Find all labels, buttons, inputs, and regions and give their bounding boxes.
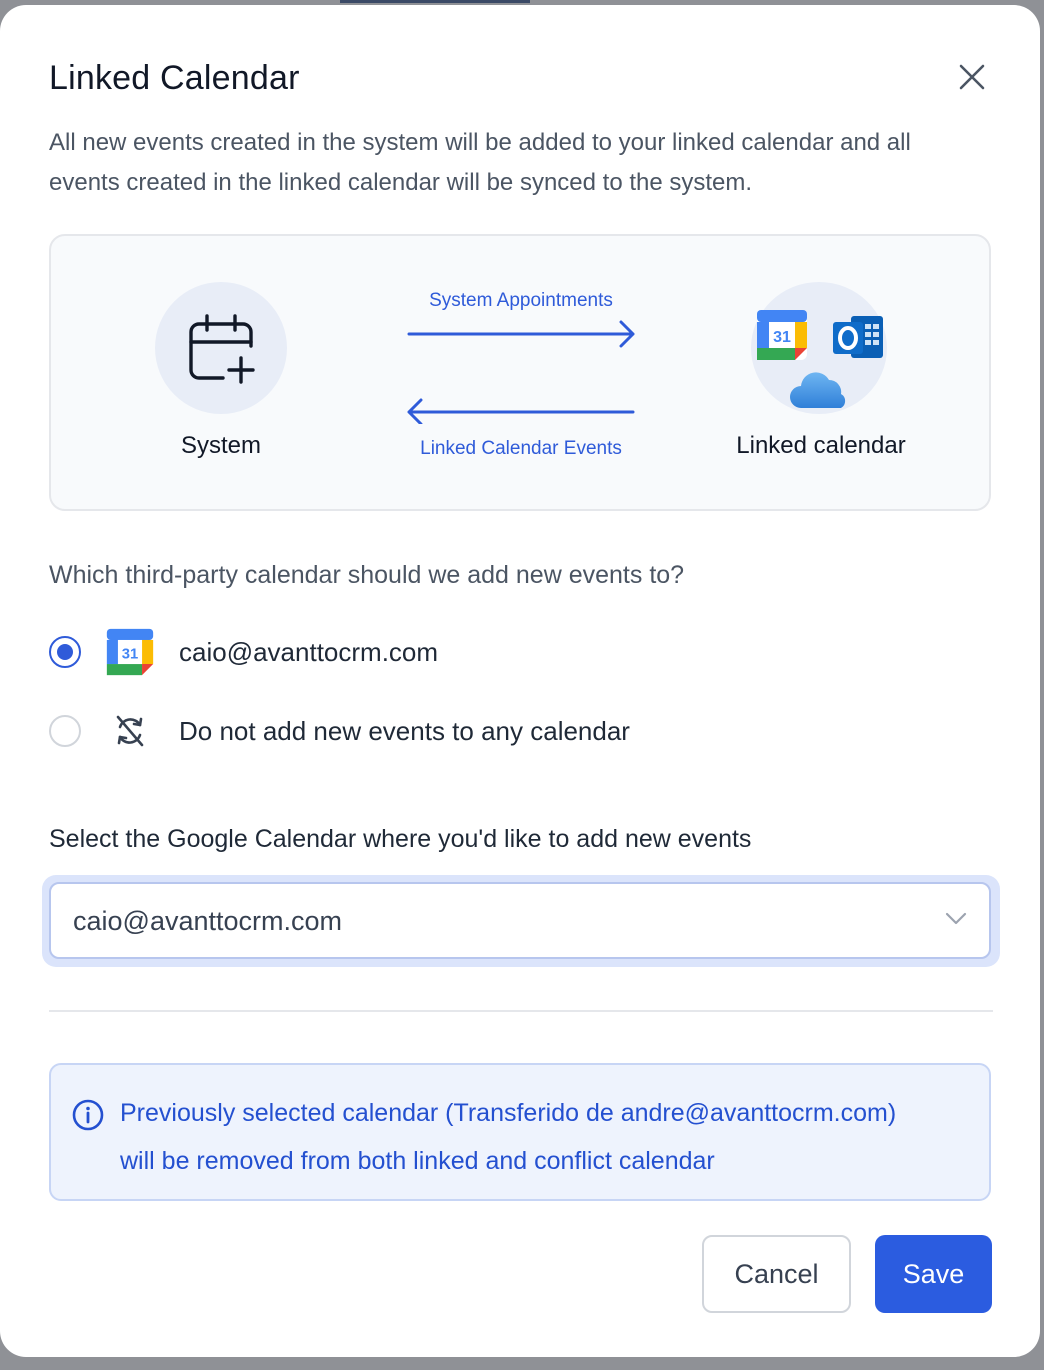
svg-text:31: 31	[773, 329, 791, 346]
option-google-account-label: caio@avanttocrm.com	[179, 636, 439, 667]
google-calendar-icon: 31	[105, 627, 155, 677]
linked-calendar-label: Linked calendar	[736, 432, 906, 459]
option-no-calendar-label: Do not add new events to any calendar	[179, 715, 630, 746]
close-button[interactable]	[952, 57, 992, 97]
google-calendar-icon: 31	[757, 310, 807, 360]
info-alert-line1: Previously selected calendar (Transferid…	[120, 1099, 897, 1127]
option-no-calendar[interactable]: Do not add new events to any calendar	[49, 711, 630, 751]
linked-icon-circle: 31	[751, 282, 887, 414]
calendar-select[interactable]: caio@avanttocrm.com	[49, 882, 991, 959]
save-button[interactable]: Save	[875, 1235, 992, 1313]
calendar-plus-icon	[189, 314, 255, 384]
modal-title: Linked Calendar	[49, 59, 300, 97]
select-calendar-label: Select the Google Calendar where you'd l…	[49, 825, 752, 853]
close-icon[interactable]	[958, 63, 986, 91]
arrow-left-icon	[407, 398, 635, 424]
sync-diagram: System System Appointments Linked Calend…	[49, 234, 991, 511]
system-appointments-label: System Appointments	[429, 290, 613, 311]
calendar-question: Which third-party calendar should we add…	[49, 561, 685, 589]
outlook-icon	[833, 316, 883, 358]
sync-arrows	[407, 320, 635, 424]
cancel-button[interactable]: Cancel	[702, 1235, 851, 1313]
svg-text:31: 31	[122, 646, 138, 662]
chevron-down-icon	[945, 912, 967, 925]
linked-calendar-modal: Linked Calendar All new events created i…	[0, 5, 1040, 1357]
option-google-account[interactable]: 31 caio@avanttocrm.com	[49, 628, 439, 676]
info-alert-line2: will be removed from both linked and con…	[120, 1147, 715, 1175]
sync-off-icon	[105, 706, 155, 756]
radio-google-account[interactable]	[49, 636, 81, 668]
info-alert: Previously selected calendar (Transferid…	[49, 1063, 991, 1201]
arrow-right-icon	[407, 320, 635, 348]
modal-description: All new events created in the system wil…	[49, 129, 911, 196]
divider	[49, 1010, 993, 1012]
info-alert-text: Previously selected calendar (Transferid…	[120, 1089, 970, 1185]
backdrop	[340, 0, 530, 3]
radio-no-calendar[interactable]	[49, 715, 81, 747]
system-icon-circle	[155, 282, 287, 414]
system-label: System	[180, 432, 261, 459]
radio-dot	[57, 644, 73, 660]
calendar-select-value: caio@avanttocrm.com	[73, 906, 342, 936]
icloud-icon	[790, 372, 846, 408]
info-icon	[72, 1099, 104, 1131]
linked-calendar-events-label: Linked Calendar Events	[420, 438, 622, 459]
